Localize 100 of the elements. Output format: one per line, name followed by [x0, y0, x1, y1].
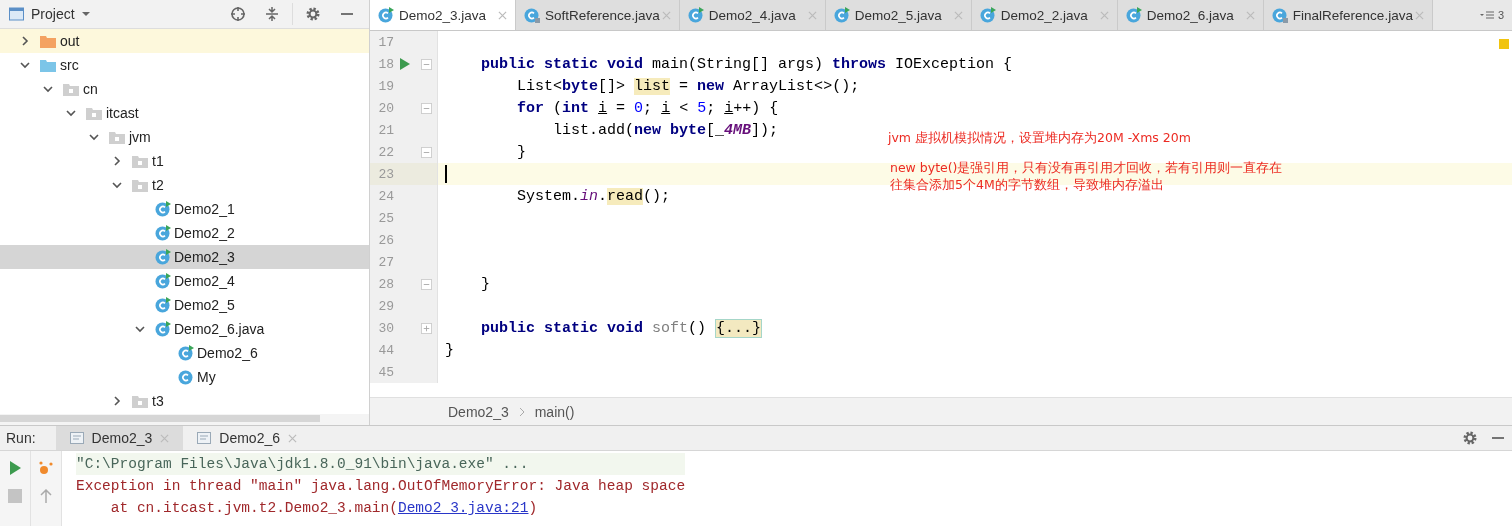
- tree-item[interactable]: Demo2_6.java: [0, 317, 369, 341]
- source-link[interactable]: Demo2_3.java:21: [397, 497, 529, 519]
- chevron-down-icon[interactable]: [135, 324, 145, 334]
- close-icon[interactable]: [288, 433, 297, 443]
- tree-item[interactable]: Demo2_3: [0, 245, 369, 269]
- line-number: 20: [377, 100, 394, 116]
- folder-icon: [132, 178, 148, 192]
- code-line: }: [516, 143, 526, 161]
- line-number: 21: [377, 122, 394, 138]
- code-line: System.in.read();: [516, 187, 671, 205]
- chevron-down-icon[interactable]: [20, 60, 30, 70]
- settings-icon[interactable]: [305, 6, 321, 22]
- tree-item[interactable]: jvm: [0, 125, 369, 149]
- line-number: 22: [377, 144, 394, 160]
- dropdown-caret-icon[interactable]: [80, 11, 91, 17]
- chevron-down-icon[interactable]: [112, 180, 122, 190]
- line-number: 44: [377, 342, 394, 358]
- dots-icon[interactable]: [39, 461, 53, 475]
- project-view-icon: [8, 7, 25, 21]
- breadcrumb-item[interactable]: Demo2_3: [448, 403, 509, 420]
- tree-item[interactable]: src: [0, 53, 369, 77]
- panel-title[interactable]: Project: [31, 6, 75, 22]
- console-icon: [69, 432, 84, 444]
- line-number: 19: [377, 78, 394, 94]
- editor-tab[interactable]: Demo2_4.java: [679, 0, 826, 30]
- text-caret: [445, 165, 447, 183]
- chevron-right-icon[interactable]: [112, 156, 122, 166]
- tree-item[interactable]: out: [0, 29, 369, 53]
- code-line: }: [480, 275, 490, 293]
- chevron-right-icon: [518, 406, 525, 417]
- run-tab[interactable]: Demo2_6: [183, 426, 311, 450]
- up-arrow-icon[interactable]: [39, 489, 53, 503]
- close-icon[interactable]: [498, 10, 507, 20]
- run-icon[interactable]: [400, 58, 410, 70]
- fold-icon[interactable]: [420, 322, 432, 334]
- class-icon: [155, 321, 171, 337]
- class-icon: [155, 297, 171, 313]
- class-icon: [687, 7, 704, 23]
- locate-icon[interactable]: [230, 6, 246, 22]
- collapse-all-icon[interactable]: [264, 6, 280, 22]
- editor-tab[interactable]: Demo2_3.java: [370, 0, 516, 30]
- console-text: "C:\Program Files\Java\jdk1.8.0_91\bin\java.exe" ...: [76, 455, 529, 474]
- tree-item[interactable]: itcast: [0, 101, 369, 125]
- folder-icon: [40, 34, 56, 48]
- tree-item[interactable]: Demo2_4: [0, 269, 369, 293]
- horizontal-scrollbar[interactable]: [0, 415, 320, 422]
- line-number: 25: [377, 210, 394, 226]
- editor-tab[interactable]: Demo2_6.java: [1117, 0, 1264, 30]
- line-number: 26: [377, 232, 394, 248]
- tree-item[interactable]: t1: [0, 149, 369, 173]
- chevron-right-icon[interactable]: [112, 396, 122, 406]
- fold-icon[interactable]: [420, 102, 432, 114]
- annotation-text: jvm 虚拟机模拟情况，设置堆内存为20M -Xms 20m: [888, 129, 1191, 146]
- tree-item[interactable]: Demo2_2: [0, 221, 369, 245]
- line-number: 23: [377, 166, 394, 182]
- editor-tab[interactable]: FinalReference.java: [1263, 0, 1433, 30]
- tree-item[interactable]: Demo2_1: [0, 197, 369, 221]
- list-icon: [1479, 10, 1496, 20]
- tree-item[interactable]: t2: [0, 173, 369, 197]
- chevron-down-icon[interactable]: [43, 84, 53, 94]
- tree-item[interactable]: My: [0, 365, 369, 389]
- run-label: Run:: [6, 430, 36, 446]
- settings-icon[interactable]: [1462, 430, 1478, 446]
- folder-icon: [132, 394, 148, 408]
- editor-tab[interactable]: SoftReference.java: [516, 0, 680, 30]
- fold-icon[interactable]: [420, 146, 432, 158]
- run-icon[interactable]: [8, 461, 22, 475]
- tree-item[interactable]: Demo2_6: [0, 341, 369, 365]
- class-icon: [378, 7, 394, 23]
- tree-item[interactable]: Demo2_5: [0, 293, 369, 317]
- line-number: 28: [377, 276, 394, 292]
- line-number: 18: [377, 56, 394, 72]
- class-icon: [833, 7, 850, 23]
- class-icon: [1271, 7, 1288, 23]
- class-icon: [155, 201, 171, 217]
- console-icon: [197, 432, 212, 444]
- tree-item[interactable]: t3: [0, 389, 369, 413]
- chevron-down-icon[interactable]: [66, 108, 76, 118]
- tree-item[interactable]: cn: [0, 77, 369, 101]
- line-number: 24: [377, 188, 394, 204]
- fold-icon[interactable]: [420, 58, 432, 70]
- console-text: ): [528, 499, 538, 518]
- chevron-right-icon[interactable]: [20, 36, 30, 46]
- tab-overflow-button[interactable]: 3: [1471, 0, 1512, 30]
- error-stripe-marker: [1499, 39, 1509, 49]
- code-line: list.add(new byte[_4MB]);: [552, 121, 779, 139]
- editor-tab[interactable]: Demo2_5.java: [825, 0, 972, 30]
- editor-tab[interactable]: Demo2_2.java: [971, 0, 1118, 30]
- code-line: public static void soft() {...}: [480, 319, 763, 337]
- chevron-down-icon[interactable]: [89, 132, 99, 142]
- breadcrumb-item[interactable]: main(): [534, 403, 575, 420]
- class-icon: [979, 7, 996, 23]
- run-tab[interactable]: Demo2_3: [55, 426, 184, 450]
- class-icon: [178, 345, 194, 361]
- annotation-text: new byte()是强引用，只有没有再引用才回收，若有引用则一直存在 往集合添加5个4M的字节数组，导致堆内存溢出: [890, 159, 1283, 193]
- class-icon: [524, 7, 540, 23]
- console-text: at cn.itcast.jvm.t2.Demo2_3.main(: [109, 499, 398, 518]
- fold-icon[interactable]: [420, 278, 432, 290]
- line-number: 45: [377, 364, 394, 380]
- code-line: for (int i = 0; i < 5; i++) {: [516, 99, 779, 117]
